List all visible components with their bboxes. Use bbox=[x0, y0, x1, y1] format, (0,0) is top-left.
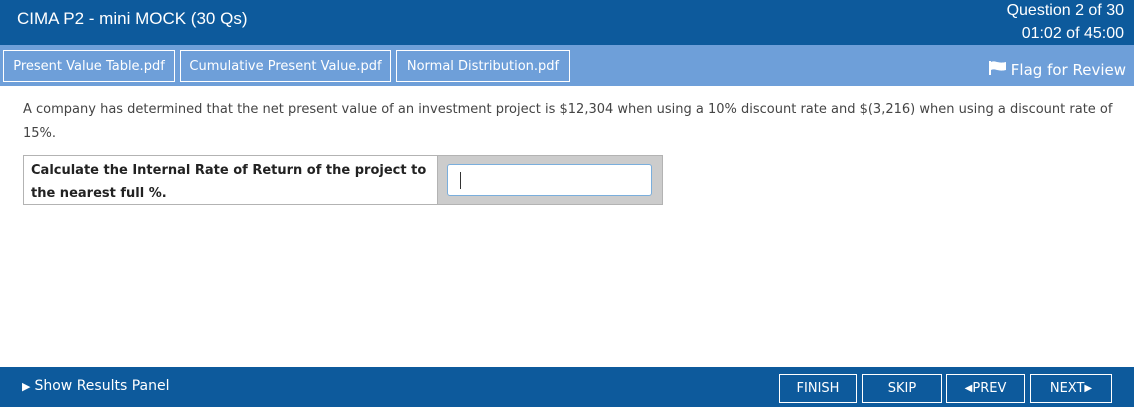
answer-input[interactable] bbox=[447, 164, 652, 196]
flag-icon bbox=[988, 60, 1011, 80]
chevron-left-icon: ◀ bbox=[964, 383, 973, 394]
answer-cell bbox=[438, 156, 662, 204]
finish-label: FINISH bbox=[796, 381, 840, 396]
question-text: A company has determined that the net pr… bbox=[23, 102, 1113, 141]
prev-button[interactable]: ◀ PREV bbox=[946, 374, 1025, 403]
app-title: CIMA P2 - mini MOCK (30 Qs) bbox=[17, 9, 248, 28]
finish-button[interactable]: FINISH bbox=[779, 374, 857, 403]
text-cursor bbox=[460, 172, 461, 189]
prev-label: PREV bbox=[972, 381, 1007, 396]
exam-timer: 01:02 of 45:00 bbox=[1021, 25, 1124, 42]
next-button[interactable]: NEXT ▶ bbox=[1030, 374, 1112, 403]
results-panel-label: Show Results Panel bbox=[34, 378, 170, 394]
present-value-table-button[interactable]: Present Value Table.pdf bbox=[3, 50, 175, 82]
top-bar: CIMA P2 - mini MOCK (30 Qs) Question 2 o… bbox=[0, 0, 1134, 45]
skip-button[interactable]: SKIP bbox=[862, 374, 942, 403]
skip-label: SKIP bbox=[887, 381, 917, 396]
chevron-right-icon: ▶ bbox=[1084, 383, 1093, 394]
next-label: NEXT bbox=[1049, 381, 1085, 396]
answer-table: Calculate the Internal Rate of Return of… bbox=[23, 155, 663, 205]
flag-label: Flag for Review bbox=[1010, 61, 1126, 79]
cumulative-present-value-button[interactable]: Cumulative Present Value.pdf bbox=[180, 50, 391, 82]
normal-distribution-button[interactable]: Normal Distribution.pdf bbox=[396, 50, 570, 82]
question-counter: Question 2 of 30 bbox=[1006, 2, 1124, 19]
bottom-bar: ▶ Show Results Panel FINISH SKIP ◀ PREV … bbox=[0, 367, 1134, 407]
caret-right-icon: ▶ bbox=[22, 379, 31, 393]
flag-for-review-button[interactable]: Flag for Review bbox=[988, 60, 1126, 80]
resource-bar: Present Value Table.pdf Cumulative Prese… bbox=[0, 45, 1134, 86]
answer-prompt: Calculate the Internal Rate of Return of… bbox=[24, 156, 438, 204]
show-results-panel-toggle[interactable]: ▶ Show Results Panel bbox=[22, 378, 169, 394]
